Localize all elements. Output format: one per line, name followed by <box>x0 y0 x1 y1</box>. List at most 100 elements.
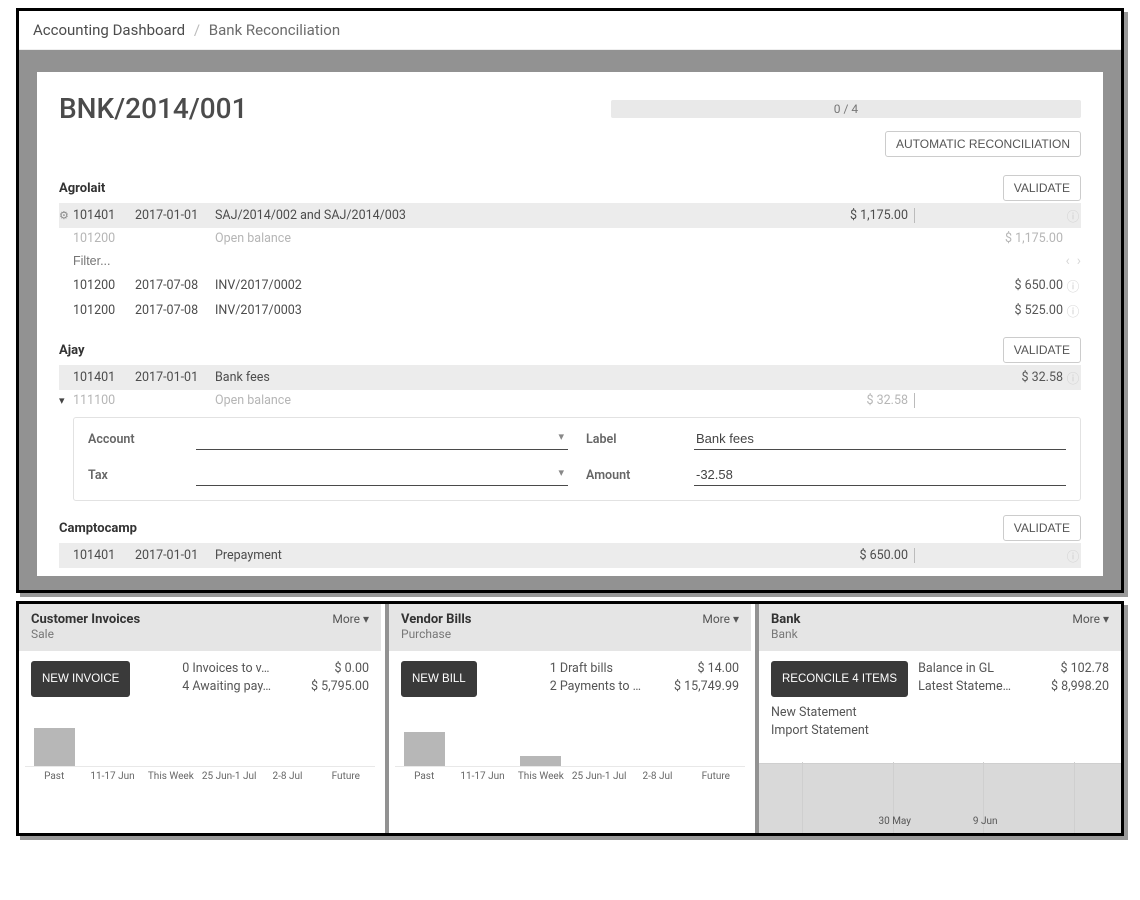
line-desc: INV/2017/0003 <box>215 303 805 318</box>
stat-value: $ 8,998.20 <box>1035 679 1109 694</box>
gear-icon[interactable] <box>59 209 73 222</box>
bank-links: New Statement Import Statement <box>771 705 1109 741</box>
bar <box>520 756 561 766</box>
stat-label[interactable]: 2 Payments to … <box>550 679 641 694</box>
card-subtitle: Bank <box>771 627 801 641</box>
line-amount: $ 1,175.00 <box>805 208 915 223</box>
pager-next-icon[interactable]: › <box>1077 253 1081 269</box>
automatic-reconciliation-button[interactable]: AUTOMATIC RECONCILIATION <box>885 131 1081 157</box>
statement-line[interactable]: 101401 2017-01-01 SAJ/2014/002 and SAJ/2… <box>59 203 1081 228</box>
label-field[interactable] <box>694 428 1066 450</box>
stat-value: $ 0.00 <box>295 661 369 676</box>
info-icon[interactable] <box>1065 301 1081 320</box>
dashboard: Customer Invoices Sale More ▾ NEW INVOIC… <box>19 604 1121 833</box>
chart-xlabel <box>1031 816 1122 827</box>
partner-name: Ajay <box>59 343 85 358</box>
account-code: 101200 <box>73 303 135 318</box>
line-desc: INV/2017/0002 <box>215 278 805 293</box>
more-menu[interactable]: More ▾ <box>702 612 739 626</box>
card-subtitle: Sale <box>31 627 140 641</box>
breadcrumb-root[interactable]: Accounting Dashboard <box>33 21 185 39</box>
account-field[interactable] <box>196 428 568 450</box>
more-menu[interactable]: More ▾ <box>332 612 369 626</box>
writeoff-form: Account Label Tax Amount <box>73 417 1081 501</box>
card-stats: 0 Invoices to v…$ 0.00 4 Awaiting pay…$ … <box>182 661 369 697</box>
reconcile-button[interactable]: RECONCILE 4 ITEMS <box>771 661 908 697</box>
more-menu[interactable]: More ▾ <box>1072 612 1109 626</box>
line-amount: $ 32.58 <box>805 393 915 408</box>
form-label-account: Account <box>88 432 178 447</box>
stat-label[interactable]: 4 Awaiting pay… <box>182 679 271 694</box>
card-vendor-bills: Vendor Bills Purchase More ▾ NEW BILL 1 … <box>385 604 751 833</box>
account-code: 101401 <box>73 208 135 223</box>
form-label-amount: Amount <box>586 468 676 483</box>
stat-value: $ 14.00 <box>665 661 739 676</box>
bank-chart: 30 May 9 Jun <box>759 763 1121 833</box>
chart-xlabel: Past <box>25 771 83 782</box>
content-band: BNK/2014/001 0 / 4 AUTOMATIC RECONCILIAT… <box>19 50 1121 590</box>
partner-name: Camptocamp <box>59 521 137 536</box>
stat-label[interactable]: Balance in GL <box>918 661 994 676</box>
account-code: 101401 <box>73 548 135 563</box>
line-desc: Prepayment <box>215 548 805 563</box>
stat-value: $ 102.78 <box>1035 661 1109 676</box>
match-line[interactable]: 101200 2017-07-08 INV/2017/0002 $ 650.00 <box>59 273 1081 298</box>
chart-xlabel: 11-17 Jun <box>453 771 511 782</box>
info-icon[interactable] <box>1065 206 1081 225</box>
line-amount-right: $ 32.58 <box>915 370 1065 385</box>
chart-xlabel: This Week <box>142 771 200 782</box>
validate-button[interactable]: VALIDATE <box>1003 175 1081 201</box>
statement-line[interactable]: 101401 2017-01-01 Prepayment $ 650.00 <box>59 543 1081 568</box>
line-date: 2017-01-01 <box>135 548 215 563</box>
filter-input[interactable] <box>73 254 193 268</box>
caret-down-icon: ▾ <box>733 612 739 626</box>
line-date: 2017-07-08 <box>135 303 215 318</box>
info-icon[interactable] <box>1065 546 1081 565</box>
bar-chart: Past11-17 JunThis Week25 Jun-1 Jul2-8 Ju… <box>395 723 745 793</box>
card-title: Customer Invoices <box>31 612 140 627</box>
pager-prev-icon[interactable]: ‹ <box>1065 253 1069 269</box>
line-date: 2017-01-01 <box>135 208 215 223</box>
chart-xlabel: 30 May <box>850 816 941 827</box>
info-icon[interactable] <box>1065 276 1081 295</box>
form-label-label: Label <box>586 432 676 447</box>
breadcrumb-separator: / <box>194 21 200 39</box>
stat-label[interactable]: 0 Invoices to v… <box>182 661 269 676</box>
card-title: Vendor Bills <box>401 612 471 627</box>
card-title: Bank <box>771 612 801 627</box>
info-icon[interactable] <box>1065 368 1081 387</box>
line-amount-right: $ 650.00 <box>915 278 1065 293</box>
validate-button[interactable]: VALIDATE <box>1003 337 1081 363</box>
new-statement-link[interactable]: New Statement <box>771 705 1109 720</box>
partner-block: Camptocamp VALIDATE 101401 2017-01-01 Pr… <box>59 515 1081 568</box>
line-amount-right: $ 525.00 <box>915 303 1065 318</box>
bar <box>34 728 75 766</box>
breadcrumb: Accounting Dashboard / Bank Reconciliati… <box>19 11 1121 50</box>
statement-line[interactable]: 101401 2017-01-01 Bank fees $ 32.58 <box>59 365 1081 390</box>
stat-label[interactable]: Latest Stateme… <box>918 679 1011 694</box>
line-desc: SAJ/2014/002 and SAJ/2014/003 <box>215 208 805 223</box>
caret-down-icon: ▾ <box>1103 612 1109 626</box>
import-statement-link[interactable]: Import Statement <box>771 723 1109 738</box>
new-bill-button[interactable]: NEW BILL <box>401 661 477 697</box>
stat-label[interactable]: 1 Draft bills <box>550 661 613 676</box>
new-invoice-button[interactable]: NEW INVOICE <box>31 661 130 697</box>
caret-down-icon: ▾ <box>363 612 369 626</box>
chart-xlabel: 25 Jun-1 Jul <box>200 771 258 782</box>
validate-button[interactable]: VALIDATE <box>1003 515 1081 541</box>
match-line[interactable]: 101200 2017-07-08 INV/2017/0003 $ 525.00 <box>59 298 1081 323</box>
reconciliation-sheet: BNK/2014/001 0 / 4 AUTOMATIC RECONCILIAT… <box>37 72 1103 576</box>
filter-row: ‹ › <box>59 249 1081 273</box>
caret-down-icon[interactable]: ▾ <box>59 394 73 407</box>
chart-xlabel: 25 Jun-1 Jul <box>570 771 628 782</box>
tax-field[interactable] <box>196 464 568 486</box>
chart-xlabel: 9 Jun <box>940 816 1031 827</box>
chart-xlabel: This Week <box>512 771 570 782</box>
account-code: 101200 <box>73 231 135 246</box>
line-desc: Bank fees <box>215 370 805 385</box>
chart-xlabel: Future <box>317 771 375 782</box>
breadcrumb-current: Bank Reconciliation <box>209 21 340 39</box>
line-amount: $ 650.00 <box>805 548 915 563</box>
amount-field[interactable] <box>694 464 1066 486</box>
open-balance-line: ▾ 111100 Open balance $ 32.58 <box>59 390 1081 411</box>
